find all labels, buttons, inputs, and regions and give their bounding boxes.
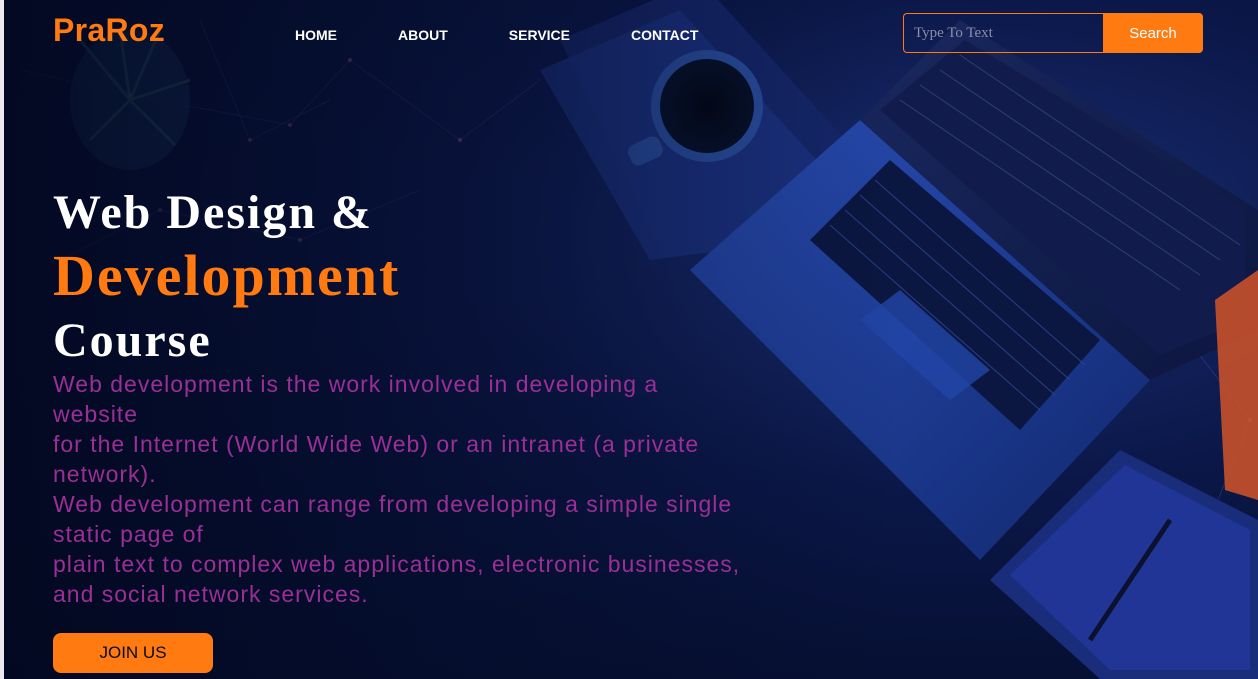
hero-title-line1: Web Design & — [53, 186, 374, 239]
hero-description-line: plain text to complex web applications, … — [53, 551, 741, 607]
nav-about-link[interactable]: ABOUT — [398, 27, 448, 43]
search-input[interactable] — [903, 13, 1103, 53]
search-button[interactable]: Search — [1103, 13, 1203, 53]
hero-title-highlight: Development — [53, 243, 401, 308]
nav-service-link[interactable]: SERVICE — [509, 27, 570, 43]
hero-description-line: Web development is the work involved in … — [53, 371, 659, 427]
hero-description: Web development is the work involved in … — [53, 369, 743, 609]
search-form: Search — [903, 13, 1203, 53]
left-edge-border — [0, 0, 4, 679]
landing-page: PraRoz HOME ABOUT SERVICE CONTACT Search… — [0, 0, 1258, 679]
nav-home-link[interactable]: HOME — [295, 27, 337, 43]
hero-description-line: for the Internet (World Wide Web) or an … — [53, 431, 700, 487]
logo[interactable]: PraRoz — [53, 12, 165, 49]
main-nav: HOME ABOUT SERVICE CONTACT — [295, 27, 759, 43]
hero-description-line: Web development can range from developin… — [53, 491, 733, 547]
nav-contact-link[interactable]: CONTACT — [631, 27, 698, 43]
hero-title-line3: Course — [53, 314, 212, 367]
join-us-button[interactable]: JOIN US — [53, 633, 213, 673]
